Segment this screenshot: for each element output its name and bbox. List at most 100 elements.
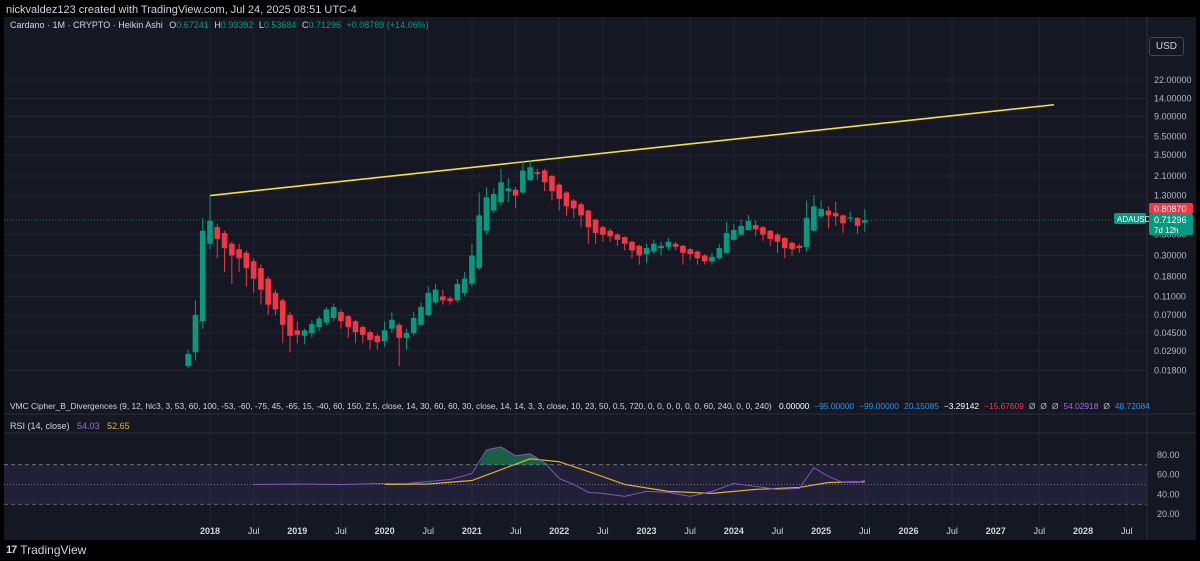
candle (549, 175, 555, 201)
candle (192, 300, 199, 361)
time-tick-label: Jul (859, 526, 871, 536)
candle (723, 222, 730, 255)
candle (258, 264, 264, 305)
price-tick-label: 0.07000 (1154, 310, 1187, 320)
candle (294, 321, 301, 344)
time-tick-label: Jul (335, 526, 347, 536)
candle (578, 202, 584, 228)
snapshot-caption: nickvaldez123 created with TradingView.c… (6, 4, 357, 16)
candle (272, 289, 279, 315)
tradingview-frame: nickvaldez123 created with TradingView.c… (0, 0, 1200, 561)
candle (592, 218, 599, 244)
rsi-tick-label: 40.00 (1157, 489, 1180, 499)
currency-button[interactable]: USD (1148, 37, 1184, 56)
candle (498, 168, 504, 207)
candle (665, 238, 672, 251)
current-price-text: 0.71296 (1154, 215, 1187, 225)
ticker-badge: ADAUSD (1117, 215, 1151, 224)
candle (541, 168, 548, 192)
candle (359, 325, 366, 344)
candle (338, 309, 344, 329)
chart-svg[interactable]: 22.00000 14.00000 9.00000 5.50000 3.50000 2.1… (4, 17, 1196, 540)
candle (345, 314, 352, 338)
candle (229, 241, 235, 284)
price-tick-label: 0.04500 (1154, 328, 1187, 338)
candle (403, 328, 410, 350)
close-value: 0.71296 (308, 20, 341, 30)
rsi-ma-value: 52.65 (107, 421, 130, 431)
time-tick-label: 2027 (986, 526, 1006, 536)
candle (803, 200, 810, 252)
candle (410, 312, 417, 336)
time-tick-label: 2020 (375, 526, 395, 536)
candle (585, 209, 592, 244)
rsi-axis[interactable]: 80.00 60.00 40.00 20.00 (1157, 450, 1180, 519)
price-tick-label: 3.50000 (1154, 150, 1187, 160)
rsi-tick-label: 80.00 (1157, 450, 1180, 460)
time-tick-label: Jul (772, 526, 784, 536)
candle (432, 283, 439, 305)
candle (767, 229, 774, 246)
time-tick-label: 2019 (287, 526, 307, 536)
candle (840, 214, 846, 234)
time-tick-label: Jul (1034, 526, 1046, 536)
candle (731, 223, 737, 241)
candle (221, 230, 228, 273)
candle (694, 250, 701, 265)
rsi-value: 54.03 (77, 421, 100, 431)
candle (563, 191, 570, 216)
price-label-red: 0.80870 (1149, 203, 1193, 214)
trendline[interactable] (209, 103, 1055, 197)
cipher-b-value: −3.29142 (944, 401, 980, 411)
candle (752, 220, 759, 237)
candle (447, 296, 453, 305)
cipher-b-legend[interactable]: VMC Cipher_B_Divergences (9, 12, hlc3, 3… (10, 401, 1150, 411)
cipher-b-value: 48.72084 (1115, 401, 1150, 411)
time-tick-label: Jul (946, 526, 958, 536)
rsi-tick-label: 20.00 (1157, 509, 1180, 519)
candle (185, 349, 191, 369)
candle (418, 302, 424, 327)
price-tick-label: 9.00000 (1154, 112, 1187, 122)
bar-countdown: 7d 12h (1154, 226, 1178, 235)
symbol-legend[interactable]: Cardano · 1M · CRYPTO · Heikin Ashi O0.6… (10, 20, 429, 30)
rsi-tick-label: 60.00 (1157, 470, 1180, 480)
candle (199, 218, 206, 329)
candle (279, 298, 286, 344)
time-axis[interactable]: 2018 Jul 2019 Jul 2020 Jul 2021 Jul 2022 Jul 2023 J… (200, 526, 1132, 536)
price-label-current: ADAUSD 0.71296 7d 12h (1114, 213, 1193, 235)
candle (301, 328, 308, 345)
trendline-line[interactable] (209, 103, 1055, 197)
cipher-b-value: 20.15085 (904, 401, 939, 411)
cipher-b-value: Ø (1029, 401, 1036, 411)
cipher-b-value: 54.02918 (1063, 401, 1098, 411)
candle (490, 188, 497, 213)
grid (4, 17, 1147, 529)
price-tick-label: 0.18000 (1154, 271, 1187, 281)
candle (352, 319, 359, 344)
candle (825, 206, 832, 229)
chart-area[interactable]: 22.00000 14.00000 9.00000 5.50000 3.50000 2.1… (4, 17, 1196, 540)
candle (236, 243, 242, 273)
price-tick-label: 1.30000 (1154, 191, 1187, 201)
cipher-b-value: −15.67609 (984, 401, 1024, 411)
time-tick-label: 2024 (724, 526, 744, 536)
candle (461, 272, 468, 297)
price-tick-label: 0.11000 (1154, 291, 1186, 301)
cipher-b-value: Ø (1040, 401, 1047, 411)
price-tick-label: 2.10000 (1154, 171, 1187, 181)
rsi-legend[interactable]: RSI (14, close) 54.03 52.65 (10, 421, 130, 431)
candle (818, 200, 824, 219)
cipher-b-value: −95.00000 (814, 401, 854, 411)
candle (600, 225, 606, 242)
candle (381, 321, 388, 347)
symbol-title: Cardano · 1M · CRYPTO · Heikin Ashi (10, 20, 163, 30)
candle (745, 214, 752, 231)
candle (709, 252, 715, 265)
time-tick-label: Jul (1121, 526, 1133, 536)
candle (687, 248, 693, 260)
low-value: 0.53684 (264, 20, 297, 30)
candle (680, 244, 686, 265)
candle (440, 289, 446, 305)
candle (658, 241, 664, 256)
